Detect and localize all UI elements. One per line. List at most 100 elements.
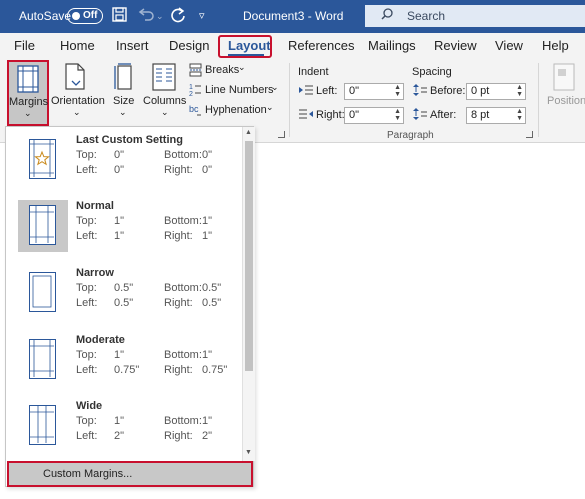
bottom-value: 0": [202, 149, 213, 161]
spacing-title: Spacing: [412, 66, 452, 78]
indent-left-value: 0": [349, 85, 360, 97]
breaks-icon[interactable]: [189, 63, 202, 77]
custom-margins-button[interactable]: Custom Margins...: [7, 461, 253, 487]
top-value: 0.5": [114, 282, 134, 294]
page-margin-icon: [29, 272, 56, 312]
scrollbar-thumb[interactable]: [245, 141, 253, 371]
scroll-up-icon[interactable]: ▲: [245, 129, 252, 136]
tab-help[interactable]: Help: [542, 38, 569, 53]
margins-button[interactable]: Margins ⌄: [7, 60, 49, 126]
left-label: Left:: [76, 230, 98, 242]
columns-icon[interactable]: [152, 63, 176, 91]
spin-arrows-icon[interactable]: ▲ ▼: [394, 108, 401, 122]
left-value: 1": [114, 230, 125, 242]
page-setup-launcher-icon[interactable]: [278, 131, 285, 138]
line-numbers-label[interactable]: Line Numbers: [205, 84, 273, 96]
hyphenation-icon[interactable]: bc: [189, 103, 202, 117]
ribbon-tabs: File Home Insert Design Layout Reference…: [0, 33, 585, 59]
margin-option-wide[interactable]: Wide Top: 1" Bottom: 1" Left: 2" Right: …: [6, 400, 242, 466]
margin-option-name: Moderate: [76, 334, 125, 346]
toggle-knob: [72, 12, 80, 20]
top-label: Top:: [76, 282, 97, 294]
orientation-dropdown-icon[interactable]: ⌄: [73, 107, 81, 118]
columns-dropdown-icon[interactable]: ⌄: [161, 107, 169, 118]
undo-icon[interactable]: [137, 7, 155, 27]
spacing-before-icon: [413, 84, 427, 96]
right-value: 0.5": [202, 297, 222, 309]
tab-design[interactable]: Design: [169, 38, 209, 53]
tab-file[interactable]: File: [14, 38, 35, 53]
spin-arrows-icon[interactable]: ▲ ▼: [516, 84, 523, 98]
position-icon[interactable]: [553, 63, 575, 91]
spin-arrows-icon[interactable]: ▲ ▼: [394, 84, 401, 98]
tab-view[interactable]: View: [495, 38, 523, 53]
paragraph-group-label: Paragraph: [387, 130, 434, 141]
indent-right-label: Right:: [316, 109, 345, 121]
margin-option-moderate[interactable]: Moderate Top: 1" Bottom: 1" Left: 0.75" …: [6, 334, 242, 400]
size-icon[interactable]: [113, 63, 133, 91]
hyphenation-label[interactable]: Hyphenation: [205, 104, 267, 116]
page-margin-icon: [29, 205, 56, 245]
bottom-label: Bottom:: [164, 282, 202, 294]
redo-icon[interactable]: [170, 7, 186, 28]
breaks-dropdown-icon[interactable]: ⌄: [238, 62, 246, 73]
bottom-label: Bottom:: [164, 415, 202, 427]
line-numbers-dropdown-icon[interactable]: ⌄: [271, 82, 279, 93]
indent-right-icon: [299, 109, 313, 119]
autosave-state: Off: [83, 10, 98, 21]
right-value: 0.75": [202, 364, 228, 376]
hyphenation-dropdown-icon[interactable]: ⌄: [266, 102, 274, 113]
customize-quick-access-icon[interactable]: ▿: [199, 7, 205, 25]
position-label[interactable]: Position: [547, 95, 585, 107]
scroll-down-icon[interactable]: ▼: [245, 449, 252, 456]
svg-text:2: 2: [189, 91, 193, 97]
orientation-label[interactable]: Orientation: [51, 95, 105, 107]
tab-references[interactable]: References: [288, 38, 354, 53]
indent-left-icon: [299, 85, 313, 95]
tab-home[interactable]: Home: [60, 38, 95, 53]
paragraph-launcher-icon[interactable]: [526, 131, 533, 138]
undo-dropdown-icon[interactable]: ⌄: [156, 7, 164, 25]
breaks-label[interactable]: Breaks: [205, 64, 239, 76]
right-value: 1": [202, 230, 213, 242]
line-numbers-icon[interactable]: 12: [189, 82, 202, 97]
top-value: 1": [114, 215, 125, 227]
columns-label[interactable]: Columns: [143, 95, 186, 107]
svg-text:1: 1: [189, 84, 193, 91]
spacing-after-input[interactable]: 8 pt ▲ ▼: [466, 107, 526, 124]
left-value: 2": [114, 430, 125, 442]
indent-left-input[interactable]: 0" ▲ ▼: [344, 83, 404, 100]
size-dropdown-icon[interactable]: ⌄: [119, 107, 127, 118]
spacing-before-label: Before:: [430, 85, 466, 97]
bottom-label: Bottom:: [164, 349, 202, 361]
menu-scrollbar[interactable]: ▲ ▼: [242, 127, 255, 461]
left-value: 0.5": [114, 297, 134, 309]
bottom-label: Bottom:: [164, 149, 202, 161]
margin-option-last-custom[interactable]: Last Custom Setting Top: 0" Bottom: 0" L…: [6, 134, 242, 200]
bottom-value: 0.5": [202, 282, 222, 294]
top-value: 1": [114, 415, 125, 427]
tab-review[interactable]: Review: [434, 38, 477, 53]
indent-right-input[interactable]: 0" ▲ ▼: [344, 107, 404, 124]
right-label: Right:: [164, 430, 193, 442]
spacing-before-input[interactable]: 0 pt ▲ ▼: [466, 83, 526, 100]
spacing-after-icon: [413, 108, 427, 120]
spin-arrows-icon[interactable]: ▲ ▼: [516, 108, 523, 122]
margin-option-normal[interactable]: Normal Top: 1" Bottom: 1" Left: 1" Right…: [6, 200, 242, 266]
indent-title: Indent: [298, 66, 329, 78]
search-box[interactable]: Search: [365, 5, 585, 27]
bottom-label: Bottom:: [164, 215, 202, 227]
orientation-icon[interactable]: [64, 63, 88, 91]
top-label: Top:: [76, 149, 97, 161]
left-value: 0.75": [114, 364, 140, 376]
autosave-toggle[interactable]: Off: [67, 8, 103, 24]
search-icon: [381, 8, 393, 20]
left-label: Left:: [76, 364, 98, 376]
size-label[interactable]: Size: [113, 95, 134, 107]
margin-thumbnail: [18, 200, 68, 252]
indent-left-label: Left:: [316, 85, 338, 97]
tab-mailings[interactable]: Mailings: [368, 38, 416, 53]
save-icon[interactable]: [112, 7, 127, 27]
margin-option-narrow[interactable]: Narrow Top: 0.5" Bottom: 0.5" Left: 0.5"…: [6, 267, 242, 333]
tab-insert[interactable]: Insert: [116, 38, 149, 53]
